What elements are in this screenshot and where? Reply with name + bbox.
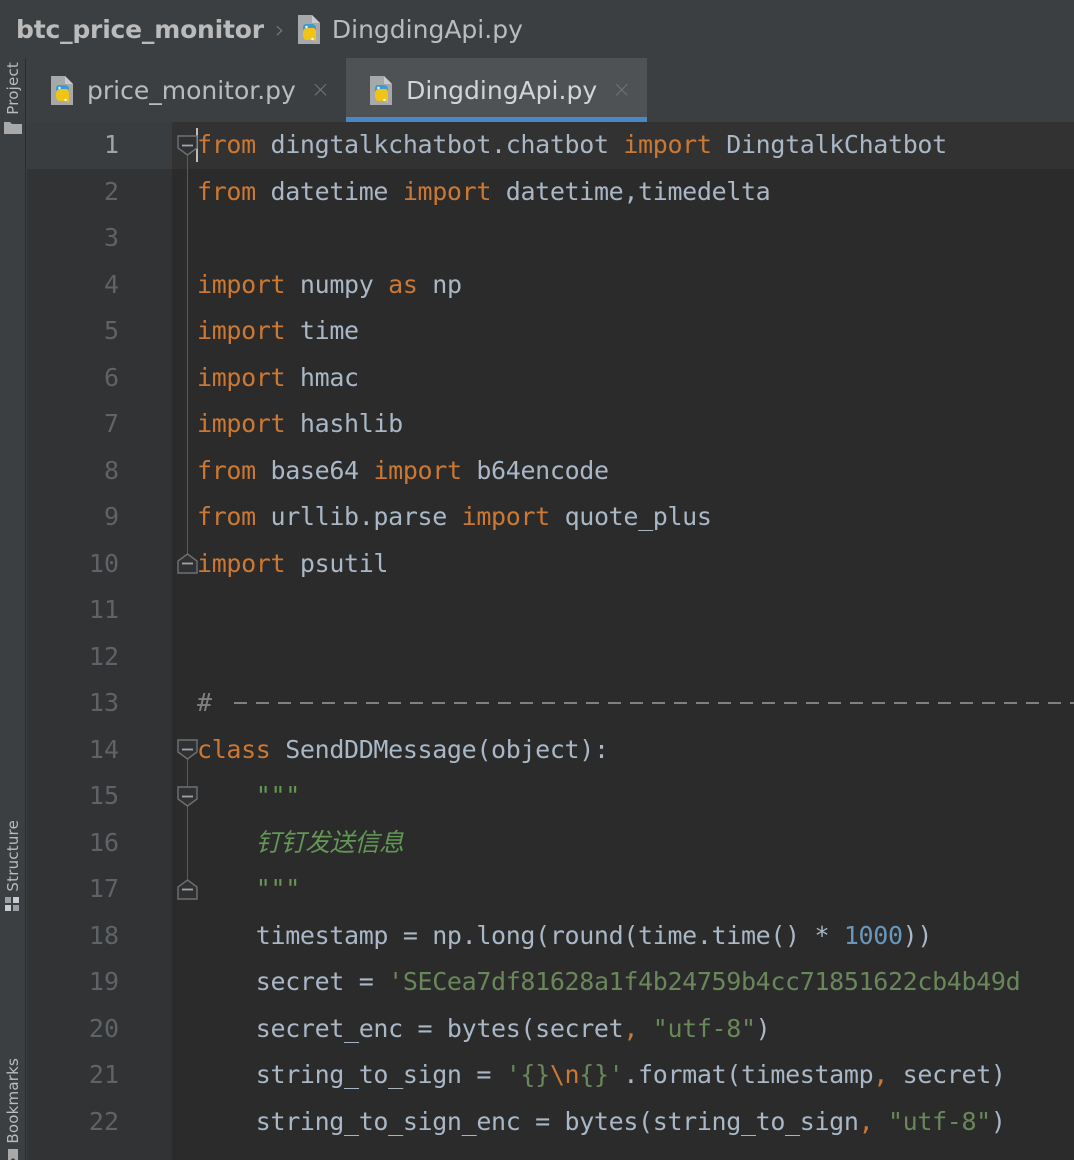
code-line[interactable]: 5 import time: [27, 308, 1074, 355]
comment-dashed-rule: [234, 702, 1074, 704]
code-line-text: timestamp = np.long(round(time.time() * …: [197, 920, 933, 950]
breadcrumb-file-label: DingdingApi.py: [331, 14, 523, 44]
sidebar-item-bookmarks-label: Bookmarks: [4, 1058, 22, 1144]
code-line-text: from urllib.parse import quote_plus: [197, 502, 712, 531]
fold-close-icon[interactable]: [177, 878, 198, 900]
fold-open-icon[interactable]: [177, 739, 198, 761]
code-line[interactable]: 19 secret = 'SECea7df81628a1f4b24759b4cc…: [27, 959, 1074, 1006]
close-icon[interactable]: ×: [311, 78, 330, 102]
code-line[interactable]: 11: [27, 587, 1074, 634]
tab-dingding-api[interactable]: DingdingApi.py ×: [346, 58, 648, 122]
code-line-text: class SendDDMessage(object):: [197, 734, 609, 764]
line-number: 13: [88, 688, 119, 717]
tab-price-monitor[interactable]: price_monitor.py ×: [27, 58, 346, 122]
code-line-text: from base64 import b64encode: [197, 455, 609, 485]
line-number: 1: [103, 130, 119, 159]
line-number: 7: [103, 409, 119, 438]
ide-window: btc_price_monitor › DingdingApi.py Proje…: [0, 0, 1074, 1160]
line-number: 18: [88, 920, 119, 950]
python-file-icon: [368, 75, 395, 106]
fold-close-icon[interactable]: [177, 553, 198, 574]
code-line-text: 钉钉发送信息: [197, 827, 404, 857]
code-line[interactable]: 20 secret_enc = bytes(secret, "utf-8"): [27, 1006, 1074, 1053]
sidebar-item-structure[interactable]: Structure: [0, 820, 26, 919]
code-line[interactable]: 7 import hashlib: [27, 401, 1074, 448]
fold-region-rail: [187, 796, 188, 890]
code-editor[interactable]: 1 from dingtalkchatbot.chatbot import Din…: [27, 122, 1074, 1160]
code-line-text: """: [197, 781, 300, 810]
code-line-text: #: [197, 688, 227, 717]
code-line-text: secret = 'SECea7df81628a1f4b24759b4cc718…: [197, 967, 1021, 996]
line-number: 6: [103, 362, 119, 392]
code-line-text: import numpy as np: [197, 269, 462, 299]
python-file-icon: [49, 75, 76, 106]
folder-icon: [4, 119, 22, 138]
code-line-text: secret_enc = bytes(secret, "utf-8"): [197, 1013, 771, 1043]
line-number: 22: [88, 1106, 119, 1136]
tab-label: price_monitor.py: [87, 75, 296, 105]
code-line-text: from datetime import datetime,timedelta: [197, 176, 771, 206]
breadcrumb-project[interactable]: btc_price_monitor: [16, 15, 264, 44]
code-line-text: from dingtalkchatbot.chatbot import Ding…: [197, 130, 947, 159]
line-number: 2: [103, 176, 119, 206]
code-line-text: import hashlib: [197, 409, 403, 438]
line-number: 19: [88, 967, 119, 996]
tab-label: DingdingApi.py: [406, 75, 598, 105]
line-number: 16: [88, 827, 119, 857]
code-line[interactable]: 21 string_to_sign = '{}\n{}'.format(time…: [27, 1052, 1074, 1099]
sidebar-item-project[interactable]: Project: [0, 62, 26, 142]
line-number: 14: [88, 734, 119, 764]
code-line-text: string_to_sign = '{}\n{}'.format(timesta…: [197, 1060, 1006, 1089]
breadcrumb: btc_price_monitor › DingdingApi.py: [0, 0, 1074, 58]
sidebar-item-bookmarks[interactable]: Bookmarks: [0, 1058, 26, 1160]
code-line[interactable]: 16 钉钉发送信息: [27, 820, 1074, 867]
line-number: 12: [88, 641, 119, 671]
fold-open-icon[interactable]: [177, 786, 198, 807]
fold-region-rail: [187, 145, 188, 564]
code-line-text: import time: [197, 316, 359, 345]
line-number: 3: [103, 223, 119, 252]
code-line[interactable]: 8 from base64 import b64encode: [27, 448, 1074, 495]
close-icon[interactable]: ×: [612, 78, 631, 102]
bookmarks-icon: [7, 1148, 19, 1160]
code-line[interactable]: 4 import numpy as np: [27, 262, 1074, 309]
code-line[interactable]: 2 from datetime import datetime,timedelta: [27, 169, 1074, 216]
line-number: 9: [103, 502, 119, 531]
code-line-text: import psutil: [197, 548, 389, 578]
line-number: 17: [88, 874, 119, 903]
line-number: 5: [103, 316, 119, 345]
line-number: 8: [103, 455, 119, 485]
code-line-text: string_to_sign_enc = bytes(string_to_sig…: [197, 1106, 1006, 1136]
line-number: 20: [88, 1013, 119, 1043]
line-number: 10: [88, 548, 119, 578]
fold-open-icon[interactable]: [177, 135, 198, 156]
code-line[interactable]: 13 #: [27, 680, 1074, 727]
line-number: 15: [88, 781, 119, 810]
line-number: 4: [103, 269, 119, 299]
line-number: 21: [88, 1060, 119, 1089]
code-line[interactable]: 18 timestamp = np.long(round(time.time()…: [27, 913, 1074, 960]
code-line[interactable]: 6 import hmac: [27, 355, 1074, 402]
breadcrumb-file[interactable]: DingdingApi.py: [296, 14, 523, 45]
structure-icon: [5, 896, 21, 915]
code-line-text: """: [197, 874, 300, 903]
python-file-icon: [296, 14, 323, 45]
sidebar-item-project-label: Project: [4, 62, 22, 115]
breadcrumb-separator: ›: [274, 14, 285, 44]
editor-tab-bar: price_monitor.py × DingdingApi.py ×: [27, 58, 1074, 122]
tool-window-sidebar: Project Structure Bookmarks: [0, 58, 26, 1160]
line-number: 11: [88, 595, 119, 624]
code-line[interactable]: 12: [27, 634, 1074, 681]
code-line[interactable]: 9 from urllib.parse import quote_plus: [27, 494, 1074, 541]
code-line[interactable]: 3: [27, 215, 1074, 262]
code-line[interactable]: 22 string_to_sign_enc = bytes(string_to_…: [27, 1099, 1074, 1146]
sidebar-item-structure-label: Structure: [4, 820, 22, 892]
code-line-text: import hmac: [197, 362, 359, 392]
